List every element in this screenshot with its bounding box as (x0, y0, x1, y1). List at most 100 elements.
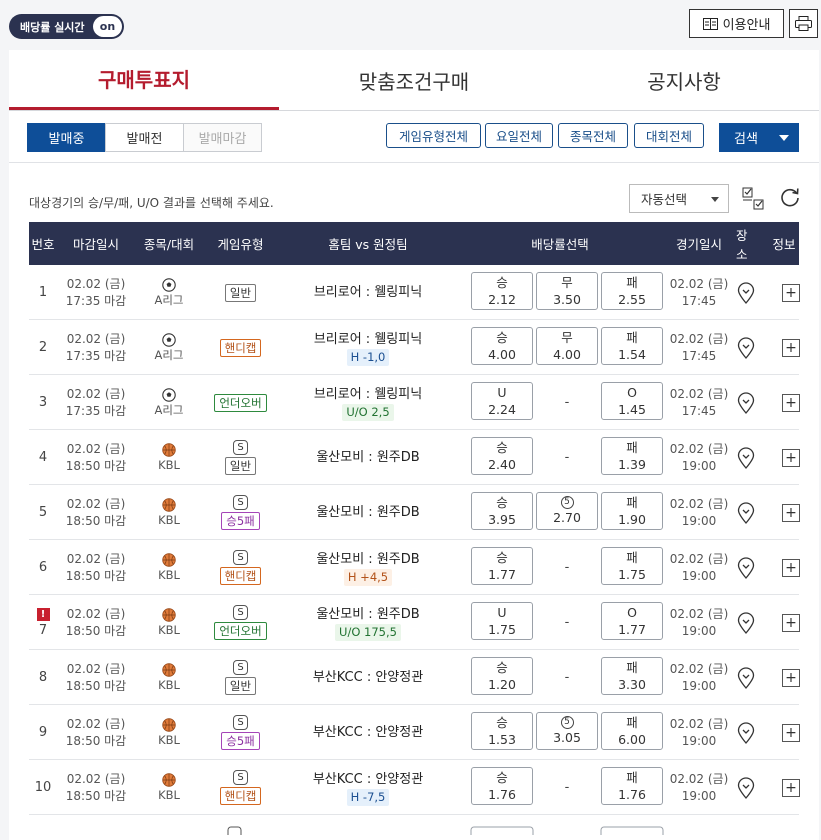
venue-cell (736, 320, 756, 375)
odds-value: 2.12 (488, 292, 516, 307)
row-number: 6 (38, 560, 48, 575)
odds-button[interactable]: 무 3.50 (536, 272, 598, 310)
basketball-icon (162, 662, 176, 677)
toggle-state[interactable]: on (93, 16, 122, 37)
plus-icon[interactable]: + (782, 558, 800, 577)
match-teams: 울산모비 : 원주DB (316, 606, 420, 622)
location-pin-icon[interactable] (737, 336, 755, 359)
odds-button[interactable]: 패 1.54 (601, 327, 663, 365)
col-odds: 배당률선택 (531, 237, 589, 252)
venue-cell (736, 265, 756, 320)
instruction-text: 대상경기의 승/무/패, U/O 결과를 선택해 주세요. (29, 196, 274, 210)
plus-icon[interactable]: + (782, 393, 800, 412)
odds-button[interactable]: 패 1.90 (601, 492, 663, 530)
location-pin-icon[interactable] (737, 776, 755, 799)
close-time-cell: 02.02 (금) 18:50 마감 (57, 705, 135, 760)
sport-cell: KBL (135, 650, 203, 705)
game-date-cell: 02.02 (금) 19:00 (662, 705, 736, 760)
basketball-icon (162, 607, 176, 622)
location-pin-icon[interactable] (737, 556, 755, 579)
sport-filter-button[interactable]: 종목전체 (558, 123, 628, 148)
game-date: 02.02 (금) (669, 331, 729, 346)
table-row: 1 02.02 (금) 17:35 마감 A리그 일반 브리로어 : 웰링피닉 … (29, 265, 800, 320)
game-time: 19:00 (681, 678, 717, 693)
odds-button[interactable]: 승 4.00 (471, 327, 533, 365)
game-type-cell: S 승5패 (203, 485, 278, 540)
refresh-icon[interactable] (779, 186, 801, 208)
tab-custom-purchase[interactable]: 맞춤조건구매 (279, 50, 549, 110)
filter-on-sale[interactable]: 발매중 (27, 123, 106, 152)
game-date-cell: 02.02 (금) 19:00 (662, 650, 736, 705)
plus-icon[interactable]: + (782, 503, 800, 522)
odds-button[interactable]: 승 3.95 (471, 492, 533, 530)
location-pin-icon[interactable] (737, 611, 755, 634)
plus-icon[interactable]: + (782, 723, 800, 742)
location-pin-icon[interactable] (737, 391, 755, 414)
search-button[interactable]: 검색 (719, 123, 799, 152)
printer-icon (795, 16, 812, 31)
odds-button-five[interactable]: 5 2.70 (536, 492, 598, 530)
guide-button[interactable]: 이용안내 (689, 9, 784, 38)
odds-button[interactable]: 패 2.55 (601, 272, 663, 310)
odds-button[interactable]: 패 1.75 (601, 547, 663, 585)
print-button[interactable] (789, 9, 818, 38)
odds-button[interactable]: 승 1.77 (471, 547, 533, 585)
plus-icon[interactable]: + (782, 283, 800, 302)
odds-button[interactable]: 승 1.76 (471, 767, 533, 805)
league-filter-button[interactable]: 대회전체 (634, 123, 704, 148)
odds-button-five[interactable]: 5 3.05 (536, 712, 598, 750)
odds-button[interactable]: 패 3.30 (601, 657, 663, 695)
plus-icon[interactable]: + (782, 448, 800, 467)
row-number-cell: 5 (29, 485, 57, 540)
odds-button[interactable]: U 2.24 (471, 382, 533, 420)
close-time: 18:50 마감 (65, 788, 127, 803)
odds-button[interactable]: 무 4.00 (536, 327, 598, 365)
odds-label: 승 (496, 660, 508, 675)
location-pin-icon[interactable] (737, 666, 755, 689)
auto-select-dropdown[interactable]: 자동선택 (629, 184, 729, 213)
odds-button[interactable]: 패 6.00 (601, 712, 663, 750)
live-odds-toggle[interactable]: 배당률 실시간 on (9, 14, 124, 39)
auto-select-value: 자동선택 (641, 192, 688, 207)
odds-label: 승 (496, 715, 508, 730)
filter-before-sale[interactable]: 발매전 (105, 123, 184, 152)
tab-purchase-slip[interactable]: 구매투표지 (9, 50, 279, 110)
game-date: 02.02 (금) (669, 551, 729, 566)
location-pin-icon[interactable] (737, 281, 755, 304)
col-number: 번호 (31, 237, 55, 252)
plus-icon[interactable]: + (782, 778, 800, 797)
location-pin-icon[interactable] (737, 446, 755, 469)
odds-button[interactable]: 승 2.40 (471, 437, 533, 475)
odds-value: 1.75 (618, 567, 646, 582)
row-number-cell: 9 (29, 705, 57, 760)
odds-button[interactable]: O 1.77 (601, 602, 663, 640)
handicap-value: H -1,0 (346, 348, 390, 366)
odds-button[interactable]: 승 1.53 (471, 712, 533, 750)
odds-button[interactable]: U 1.75 (471, 602, 533, 640)
venue-cell (736, 485, 756, 540)
sport-cell: KBL (135, 595, 203, 650)
match-cell: 브리로어 : 웰링피닉 H -1,0 (278, 320, 458, 375)
plus-icon[interactable]: + (782, 668, 800, 687)
tab-notice[interactable]: 공지사항 (549, 50, 819, 110)
plus-icon[interactable]: + (782, 613, 800, 632)
info-cell: + (782, 485, 800, 540)
plus-icon[interactable]: + (782, 338, 800, 357)
close-date: 02.02 (금) (66, 716, 126, 731)
game-type-cell: S 일반 (203, 430, 278, 485)
game-type-filter-button[interactable]: 게임유형전체 (386, 123, 481, 148)
odds-button[interactable]: 패 1.39 (601, 437, 663, 475)
odds-button[interactable]: 승 2.12 (471, 272, 533, 310)
checkbox-toggle-icon[interactable] (742, 187, 764, 211)
odds-button[interactable]: O 1.45 (601, 382, 663, 420)
odds-button[interactable]: 승 1.20 (471, 657, 533, 695)
filter-sale-closed[interactable]: 발매마감 (183, 123, 262, 152)
venue-cell (736, 430, 756, 485)
close-time-cell: 02.02 (금) 18:50 마감 (57, 650, 135, 705)
odds-button[interactable]: 패 1.76 (601, 767, 663, 805)
location-pin-icon[interactable] (737, 721, 755, 744)
location-pin-icon[interactable] (737, 501, 755, 524)
odds-value: 2.40 (488, 457, 516, 472)
game-type-cell: S 핸디캡 (203, 540, 278, 595)
day-filter-button[interactable]: 요일전체 (485, 123, 553, 148)
